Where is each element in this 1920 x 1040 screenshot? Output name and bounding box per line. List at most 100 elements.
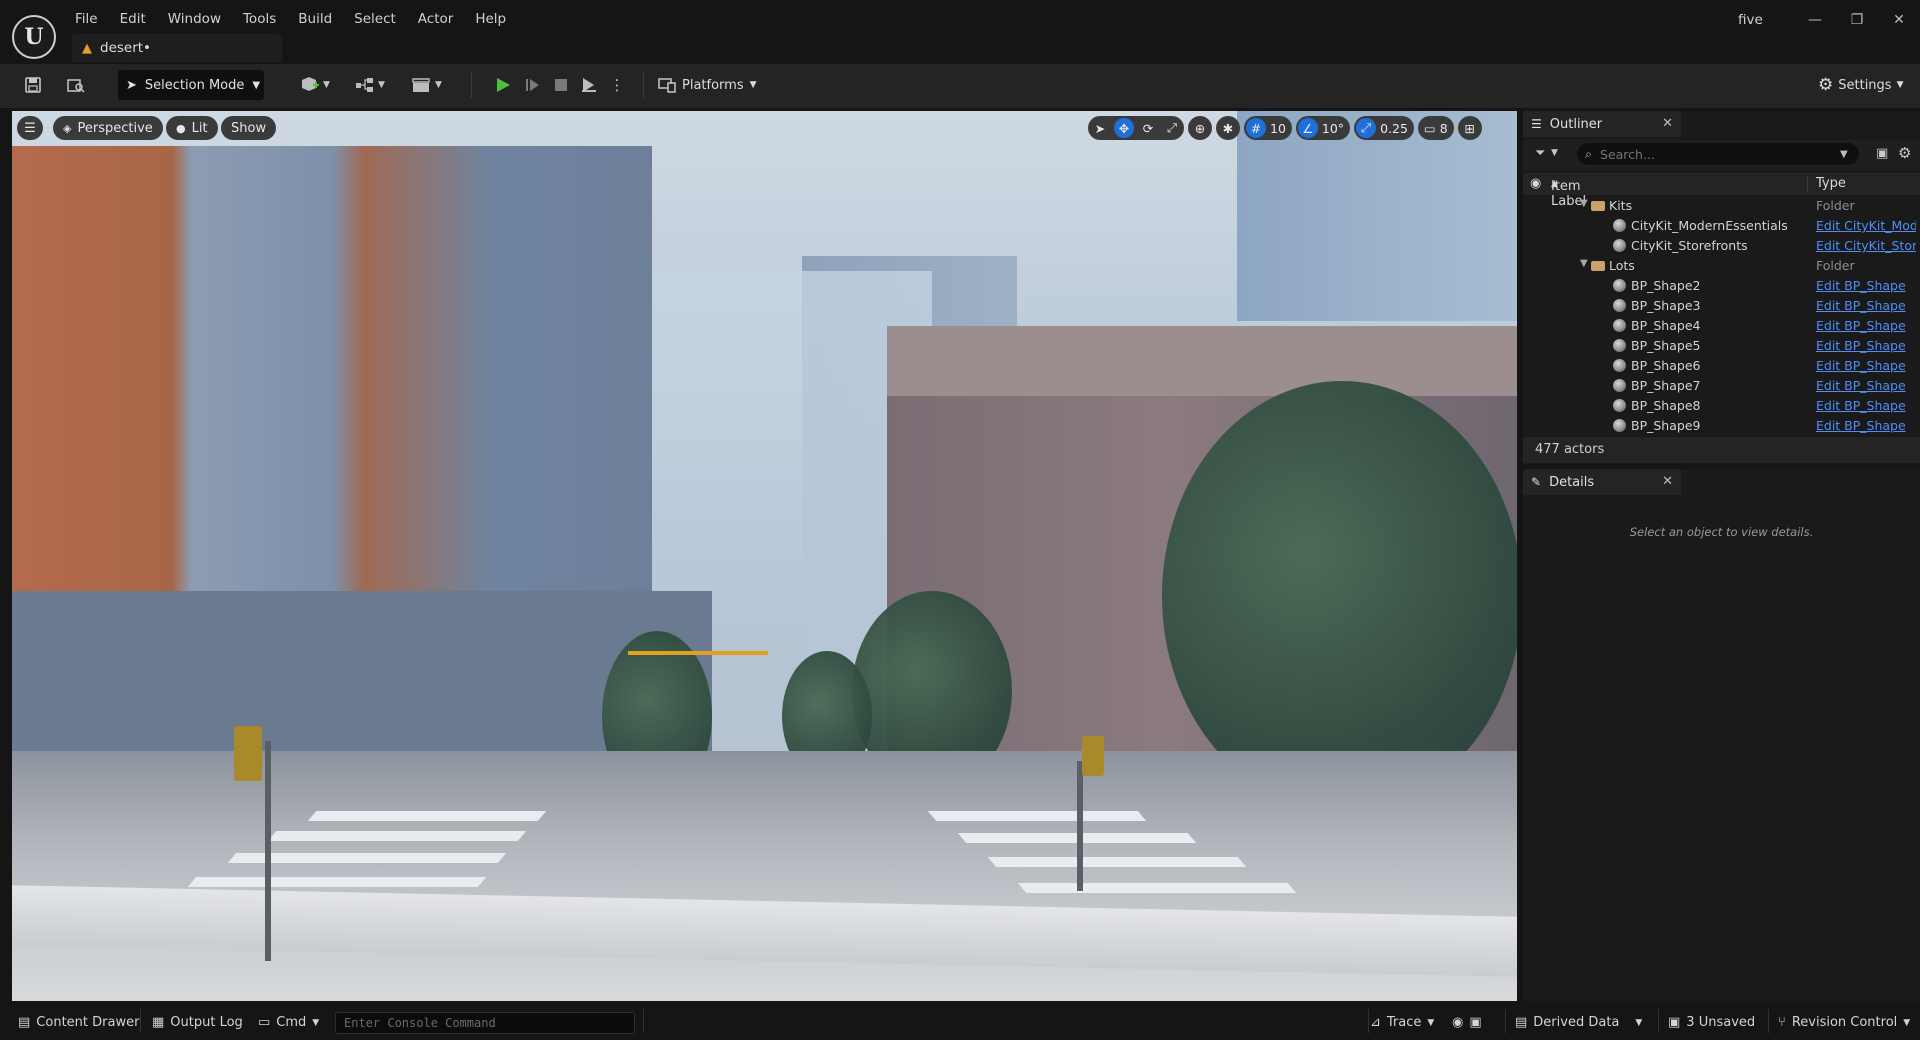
outliner-actor-row[interactable]: BP_Shape3 Edit BP_Shape bbox=[1523, 296, 1920, 316]
screenshot-icon[interactable]: ▣ bbox=[1469, 1015, 1481, 1030]
content-browse-icon[interactable] bbox=[65, 74, 87, 96]
trace-dropdown[interactable]: ⊿ Trace ▼ bbox=[1370, 1015, 1434, 1030]
show-flags-button[interactable]: Show bbox=[221, 116, 277, 140]
save-icon[interactable] bbox=[22, 74, 44, 96]
viewport-layout-button[interactable]: ⊞ bbox=[1457, 116, 1482, 140]
outliner-actor-row[interactable]: BP_Shape6 Edit BP_Shape bbox=[1523, 356, 1920, 376]
outliner-search-input[interactable] bbox=[1600, 146, 1831, 162]
cinematics-dropdown[interactable]: ▼ bbox=[412, 74, 442, 96]
outliner-search-field[interactable]: ⌕ ▼ bbox=[1577, 143, 1859, 165]
blueprint-icon bbox=[356, 78, 373, 92]
edit-blueprint-link[interactable]: Edit BP_Shape bbox=[1816, 318, 1916, 333]
outliner-folder-row[interactable]: ▼ Lots Folder bbox=[1523, 256, 1920, 276]
perspective-button[interactable]: ◈ Perspective bbox=[53, 116, 163, 140]
stop-icon[interactable] bbox=[550, 74, 572, 96]
edit-blueprint-link[interactable]: Edit BP_Shape bbox=[1816, 378, 1916, 393]
outliner-actor-row[interactable]: BP_Shape9 Edit BP_Shape bbox=[1523, 416, 1920, 436]
hamburger-icon: ☰ bbox=[24, 120, 36, 136]
record-button[interactable]: ◉ ▣ bbox=[1452, 1015, 1482, 1030]
menu-build[interactable]: Build bbox=[287, 8, 343, 30]
column-header-type[interactable]: Type bbox=[1816, 176, 1846, 191]
edit-blueprint-link[interactable]: Edit BP_Shape bbox=[1816, 338, 1916, 353]
grid-snap-control[interactable]: # 10 bbox=[1244, 116, 1292, 140]
menu-file[interactable]: File bbox=[64, 8, 109, 30]
restore-icon[interactable]: ❐ bbox=[1836, 0, 1878, 40]
rotate-tool-icon[interactable]: ⟳ bbox=[1138, 118, 1158, 138]
output-log-button[interactable]: ▦ Output Log bbox=[152, 1015, 243, 1030]
window-controls: — ❐ ✕ bbox=[1794, 0, 1920, 40]
gear-icon[interactable]: ⚙ bbox=[1898, 144, 1911, 162]
edit-blueprint-link[interactable]: Edit CityKit_Mode bbox=[1816, 218, 1916, 233]
minimize-icon[interactable]: — bbox=[1794, 0, 1836, 40]
add-folder-icon[interactable]: ▣ bbox=[1876, 146, 1888, 161]
add-actor-dropdown[interactable]: ▼ bbox=[300, 74, 330, 96]
outliner-actor-row[interactable]: CityKit_ModernEssentials Edit CityKit_Mod… bbox=[1523, 216, 1920, 236]
close-icon[interactable]: ✕ bbox=[1878, 0, 1920, 40]
edit-blueprint-link[interactable]: Edit BP_Shape bbox=[1816, 358, 1916, 373]
chevron-down-icon: ▼ bbox=[1903, 1017, 1911, 1028]
menu-tools[interactable]: Tools bbox=[232, 8, 287, 30]
content-drawer-button[interactable]: ▤ Content Drawer bbox=[18, 1015, 139, 1030]
expand-caret-icon[interactable]: ▼ bbox=[1580, 258, 1588, 269]
scene-tower-right bbox=[1237, 111, 1517, 321]
camera-speed-control[interactable]: ▭ 8 bbox=[1417, 116, 1454, 140]
filter-icon[interactable]: ⏷ bbox=[1535, 146, 1545, 161]
outliner-actor-row[interactable]: BP_Shape5 Edit BP_Shape bbox=[1523, 336, 1920, 356]
edit-blueprint-link[interactable]: Edit BP_Shape bbox=[1816, 278, 1916, 293]
view-mode-button[interactable]: ● Lit bbox=[166, 116, 218, 140]
scene-crosswalk bbox=[267, 831, 527, 841]
edit-blueprint-link[interactable]: Edit BP_Shape bbox=[1816, 298, 1916, 313]
select-tool-icon[interactable]: ➤ bbox=[1090, 118, 1110, 138]
menu-actor[interactable]: Actor bbox=[407, 8, 465, 30]
more-options-icon[interactable]: ⋮ bbox=[606, 74, 628, 96]
level-viewport[interactable]: Z bbox=[12, 111, 1517, 1001]
outliner-actor-row[interactable]: CityKit_Storefronts Edit CityKit_Store bbox=[1523, 236, 1920, 256]
menu-help[interactable]: Help bbox=[464, 8, 517, 30]
viewport-menu-button[interactable]: ☰ bbox=[17, 116, 43, 140]
derived-data-dropdown[interactable]: ▤ Derived Data ▼ bbox=[1515, 1015, 1642, 1030]
outliner-actor-row[interactable]: BP_Shape2 Edit BP_Shape bbox=[1523, 276, 1920, 296]
content-drawer-icon: ▤ bbox=[18, 1015, 31, 1030]
outliner-actor-row[interactable]: BP_Shape4 Edit BP_Shape bbox=[1523, 316, 1920, 336]
chevron-down-icon[interactable]: ▼ bbox=[1551, 148, 1558, 158]
close-icon[interactable]: ✕ bbox=[1662, 116, 1673, 131]
step-frame-icon[interactable] bbox=[522, 74, 544, 96]
eject-icon[interactable] bbox=[578, 74, 600, 96]
menu-edit[interactable]: Edit bbox=[109, 8, 157, 30]
folder-icon bbox=[1591, 261, 1605, 271]
revision-control-dropdown[interactable]: ⑂ Revision Control ▼ bbox=[1778, 1015, 1910, 1030]
unsaved-button[interactable]: ▣ 3 Unsaved bbox=[1668, 1015, 1755, 1030]
outliner-item-label: BP_Shape6 bbox=[1631, 358, 1701, 373]
settings-label: Settings bbox=[1838, 77, 1892, 93]
rotation-snap-control[interactable]: ∠ 10° bbox=[1295, 116, 1351, 140]
unreal-logo-icon[interactable]: U bbox=[12, 15, 56, 59]
selection-mode-dropdown[interactable]: ➤ Selection Mode ▼ bbox=[118, 70, 264, 100]
menu-window[interactable]: Window bbox=[157, 8, 232, 30]
cmd-dropdown[interactable]: ▭ Cmd ▼ bbox=[258, 1015, 319, 1030]
blueprint-dropdown[interactable]: ▼ bbox=[355, 74, 385, 96]
outliner-actor-row[interactable]: BP_Shape7 Edit BP_Shape bbox=[1523, 376, 1920, 396]
chevron-down-icon[interactable]: ▼ bbox=[1840, 149, 1848, 160]
details-tab[interactable]: ✎ Details ✕ bbox=[1523, 469, 1681, 495]
expand-caret-icon[interactable]: ▼ bbox=[1580, 198, 1588, 209]
edit-blueprint-link[interactable]: Edit BP_Shape bbox=[1816, 398, 1916, 413]
visibility-eye-icon[interactable]: ◉ bbox=[1530, 176, 1541, 191]
outliner-folder-row[interactable]: ▼ Kits Folder bbox=[1523, 196, 1920, 216]
scale-tool-icon[interactable]: ⤢ bbox=[1162, 118, 1182, 138]
play-icon[interactable] bbox=[492, 74, 514, 96]
menu-select[interactable]: Select bbox=[343, 8, 407, 30]
edit-blueprint-link[interactable]: Edit CityKit_Store bbox=[1816, 238, 1916, 253]
close-icon[interactable]: ✕ bbox=[1662, 474, 1673, 489]
surface-snap-toggle[interactable]: ✱ bbox=[1216, 116, 1240, 140]
status-divider bbox=[140, 1009, 141, 1033]
console-command-input[interactable] bbox=[335, 1012, 635, 1034]
world-local-toggle[interactable]: ⊕ bbox=[1188, 116, 1212, 140]
outliner-actor-row[interactable]: BP_Shape8 Edit BP_Shape bbox=[1523, 396, 1920, 416]
outliner-tab[interactable]: ☰ Outliner ✕ bbox=[1523, 111, 1681, 137]
translate-tool-icon[interactable]: ✥ bbox=[1114, 118, 1134, 138]
scale-snap-control[interactable]: ⤢ 0.25 bbox=[1354, 116, 1414, 140]
settings-dropdown[interactable]: ⚙ Settings ▼ bbox=[1818, 72, 1904, 98]
platforms-dropdown[interactable]: Platforms ▼ bbox=[658, 72, 757, 98]
level-tab[interactable]: ▲ desert• bbox=[72, 34, 282, 62]
edit-blueprint-link[interactable]: Edit BP_Shape bbox=[1816, 418, 1916, 433]
